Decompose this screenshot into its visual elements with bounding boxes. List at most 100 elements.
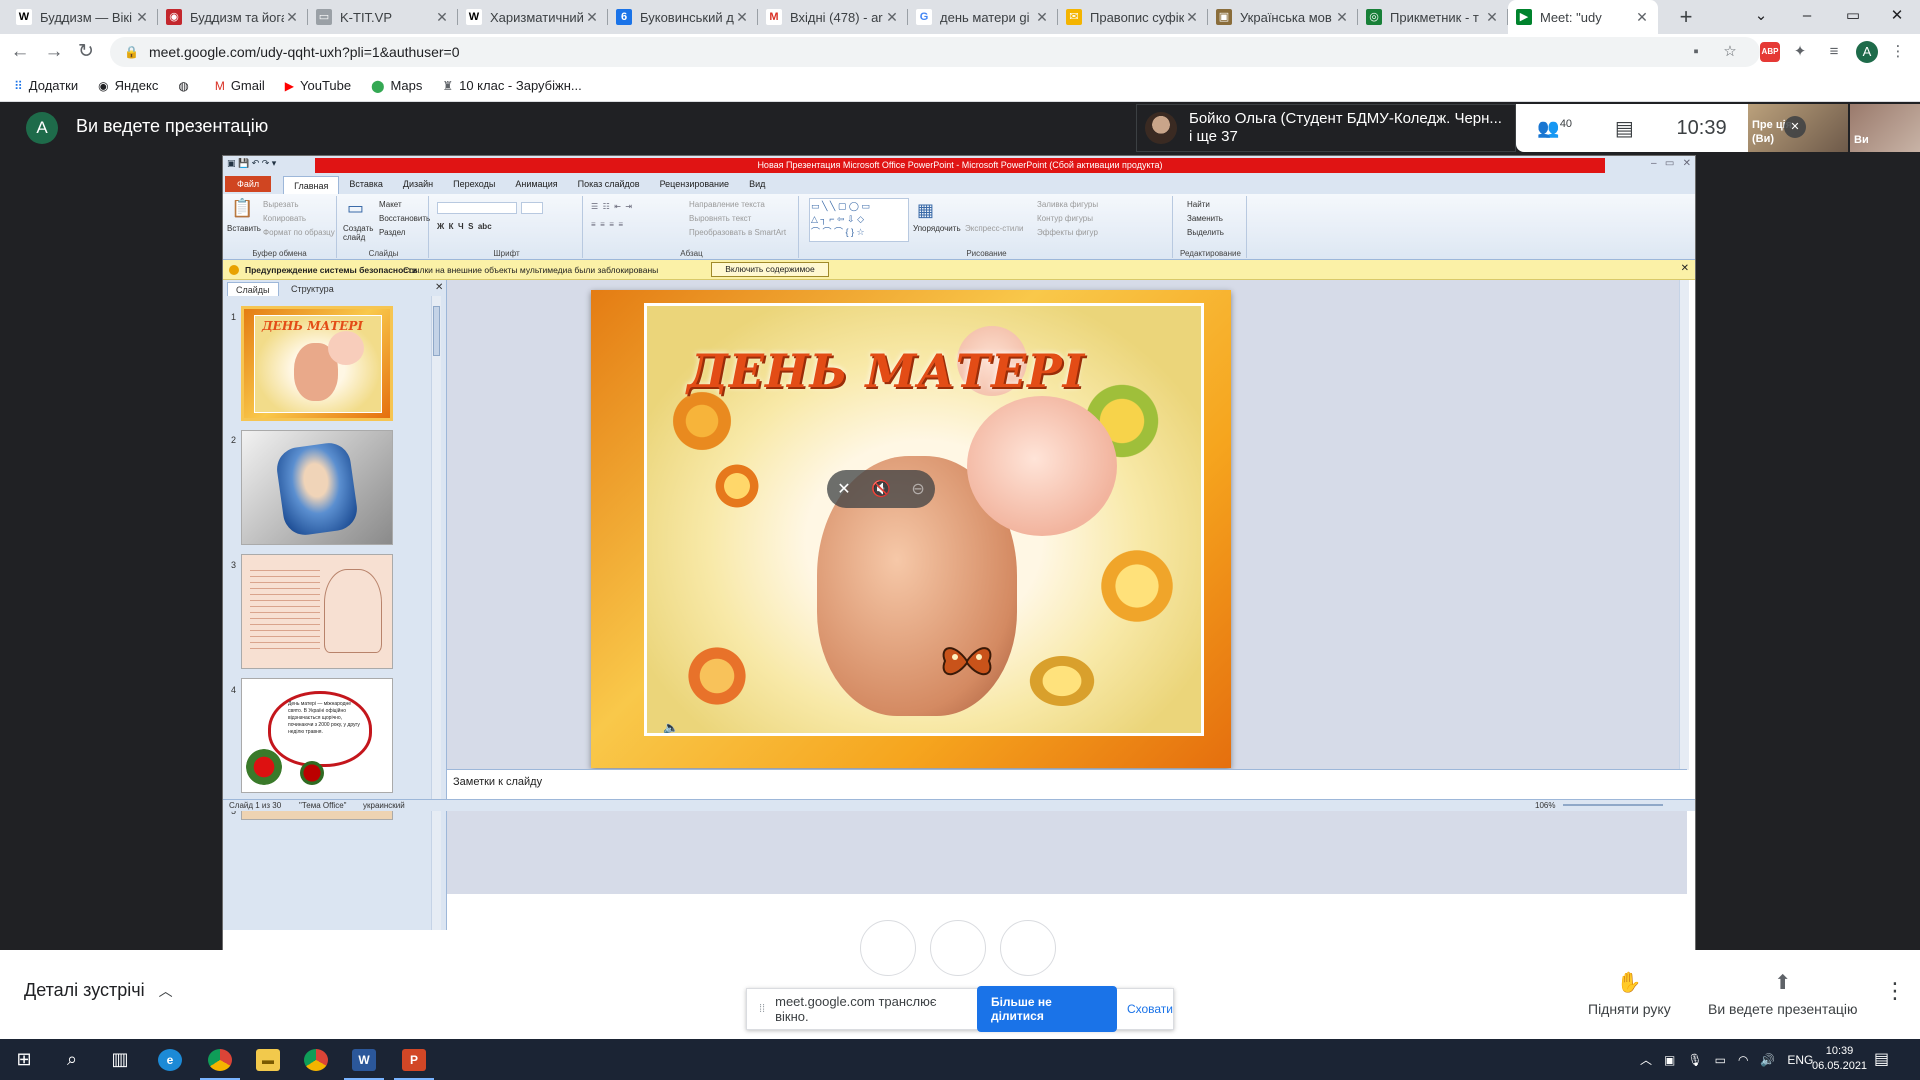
status-zoom[interactable]: 106% xyxy=(1535,801,1555,810)
mic-button[interactable] xyxy=(860,920,916,976)
tab-close-icon[interactable]: ✕ xyxy=(1334,9,1350,26)
notes-pane[interactable]: Заметки к слайду xyxy=(447,769,1687,799)
bookmark-item[interactable]: ⬤ Maps xyxy=(371,78,422,93)
file-explorer-icon[interactable]: ▬ xyxy=(244,1039,292,1080)
font-name-field[interactable] xyxy=(437,202,517,214)
ppt-tab-insert[interactable]: Вставка xyxy=(339,179,392,189)
tab-close-icon[interactable]: ✕ xyxy=(734,9,750,26)
bookmark-item[interactable]: ▶ YouTube xyxy=(285,78,351,93)
bookmark-item[interactable]: ⠿ Додатки xyxy=(14,78,78,93)
media-control-icon[interactable]: ≡ xyxy=(1822,40,1846,64)
address-bar[interactable]: 🔒 meet.google.com/udy-qqht-uxh?pli=1&aut… xyxy=(110,37,1760,67)
chrome-alt-icon[interactable] xyxy=(292,1039,340,1080)
align-text-button[interactable]: Выровнять текст xyxy=(689,214,751,223)
edge-icon[interactable]: e xyxy=(146,1039,194,1080)
cut-button[interactable]: Вырезать xyxy=(263,200,299,209)
browser-tab[interactable]: ◉ Буддизм та йога ✕ xyxy=(158,0,308,34)
close-icon[interactable]: ✕ xyxy=(1681,263,1689,274)
ppt-tab-design[interactable]: Дизайн xyxy=(393,179,443,189)
font-size-field[interactable] xyxy=(521,202,543,214)
format-painter-button[interactable]: Формат по образцу xyxy=(263,228,335,237)
browser-tab[interactable]: ▭ K-TIT.VP ✕ xyxy=(308,0,458,34)
participants-button[interactable]: 👥40 xyxy=(1537,118,1572,139)
maximize-icon[interactable]: ▭ xyxy=(1830,0,1876,34)
hide-banner-button[interactable]: Сховати xyxy=(1127,1002,1173,1016)
windows-start-icon[interactable]: ⊞ xyxy=(0,1039,48,1080)
tab-close-icon[interactable]: ✕ xyxy=(884,9,900,26)
section-button[interactable]: Раздел xyxy=(379,228,405,237)
bookmark-star-icon[interactable]: ☆ xyxy=(1718,40,1742,64)
back-icon[interactable]: ← xyxy=(6,38,34,66)
chat-icon[interactable]: ▤ xyxy=(1615,116,1634,141)
paste-icon[interactable]: 📋 xyxy=(231,198,253,219)
tray-chevron-icon[interactable]: ︿ xyxy=(1640,1051,1652,1068)
mic-off-icon[interactable]: ✕ xyxy=(837,479,850,499)
tab-close-icon[interactable]: ✕ xyxy=(1484,9,1500,26)
meeting-details-button[interactable]: Деталі зустрічі ︿ xyxy=(24,980,173,1001)
new-slide-button[interactable]: Создать слайд xyxy=(343,224,373,242)
text-direction-button[interactable]: Направление текста xyxy=(689,200,765,209)
shape-outline-button[interactable]: Контур фигуры xyxy=(1037,214,1093,223)
quick-styles-button[interactable]: Экспресс-стили xyxy=(965,224,1024,233)
smartart-button[interactable]: Преобразовать в SmartArt xyxy=(689,228,786,237)
zoom-slider[interactable] xyxy=(1563,804,1663,806)
taskbar-clock[interactable]: 10:39 06.05.2021 xyxy=(1812,1044,1867,1074)
browser-tab[interactable]: ✉ Правопис суфік ✕ xyxy=(1058,0,1208,34)
powerpoint-icon[interactable]: P xyxy=(390,1039,438,1080)
forward-icon[interactable]: → xyxy=(40,38,68,66)
more-options-icon[interactable]: ⋮ xyxy=(1884,978,1906,1004)
new-tab-icon[interactable]: + xyxy=(1672,4,1700,32)
slide-thumbnail-4[interactable]: День матері — міжнародне свято. В Україн… xyxy=(241,678,393,793)
tab-close-icon[interactable]: ✕ xyxy=(284,9,300,26)
new-slide-icon[interactable]: ▭ xyxy=(347,198,364,219)
reload-icon[interactable]: ↻ xyxy=(72,38,100,66)
shapes-gallery[interactable]: ▭ ╲ ╲ ▢ ◯ ▭ △ ┐ ⌐ ⇦ ⇩ ◇ ⌒ ⌒ ⌒ { } ☆ xyxy=(809,198,909,242)
tab-close-icon[interactable]: ✕ xyxy=(584,9,600,26)
remote-video-tile[interactable]: Ви xyxy=(1850,104,1920,152)
ppt-window-controls[interactable]: – ▭ ✕ xyxy=(1651,158,1691,169)
remove-icon[interactable]: ⊖ xyxy=(911,479,924,499)
browser-tab[interactable]: M Вхідні (478) - ar ✕ xyxy=(758,0,908,34)
shape-effects-button[interactable]: Эффекты фигур xyxy=(1037,228,1098,237)
slide-scrollbar[interactable] xyxy=(1679,280,1689,770)
browser-tab[interactable]: Gдень матери gi ✕ xyxy=(908,0,1058,34)
slide-thumbnail-3[interactable] xyxy=(241,554,393,669)
task-view-icon[interactable]: ▥ xyxy=(96,1039,144,1080)
reset-button[interactable]: Восстановить xyxy=(379,214,430,223)
ppt-tab-animation[interactable]: Анимация xyxy=(505,179,567,189)
self-video-tile[interactable]: Пре ція(Ви) ✕ xyxy=(1748,104,1848,152)
window-close-icon[interactable]: ✕ xyxy=(1874,0,1920,34)
arrange-icon[interactable]: ▦ xyxy=(917,200,934,221)
bookmark-item[interactable]: ◉ Яндекс xyxy=(98,78,158,93)
microphone-icon[interactable]: 🎙 xyxy=(1687,1053,1702,1067)
camera-icon[interactable]: ▪ xyxy=(1684,40,1708,64)
notifications-icon[interactable]: ▤ xyxy=(1874,1049,1889,1069)
presenting-button[interactable]: ⬆ Ви ведете презентацію xyxy=(1708,970,1858,1017)
raise-hand-button[interactable]: ✋ Підняти руку xyxy=(1588,970,1671,1017)
ppt-tab-home[interactable]: Главная xyxy=(283,175,340,195)
browser-tab[interactable]: 6 Буковинський д ✕ xyxy=(608,0,758,34)
hangup-button[interactable] xyxy=(1000,920,1056,976)
replace-button[interactable]: Заменить xyxy=(1187,214,1223,223)
tab-close-icon[interactable]: ✕ xyxy=(1184,9,1200,26)
ppt-tab-slideshow[interactable]: Показ слайдов xyxy=(568,179,650,189)
browser-tab[interactable]: ◎ Прикметник - т ✕ xyxy=(1358,0,1508,34)
ppt-file-tab[interactable]: Файл xyxy=(225,176,272,192)
bookmark-item[interactable]: ◍ xyxy=(178,79,194,93)
copy-button[interactable]: Копировать xyxy=(263,214,306,223)
ppt-tab-transitions[interactable]: Переходы xyxy=(443,179,505,189)
find-button[interactable]: Найти xyxy=(1187,200,1210,209)
bookmark-item[interactable]: M Gmail xyxy=(215,78,265,93)
slide-thumbnail-1[interactable]: ДЕНЬ МАТЕРІ xyxy=(241,306,393,421)
chrome-icon[interactable] xyxy=(196,1039,244,1080)
tab-close-icon[interactable]: ✕ xyxy=(434,9,450,26)
adblock-icon[interactable]: ABP xyxy=(1760,42,1780,62)
close-icon[interactable]: ✕ xyxy=(435,282,443,293)
volume-off-icon[interactable]: 🔇 xyxy=(871,479,891,499)
chrome-menu-icon[interactable]: ⋮ xyxy=(1886,40,1910,64)
search-icon[interactable]: ⌕ xyxy=(48,1039,96,1080)
align-icon[interactable]: ≡ ≡ ≡ ≡ xyxy=(591,220,623,229)
tab-slides[interactable]: Слайды xyxy=(227,282,279,296)
current-slide[interactable]: ДЕНЬ МАТЕРІ 🔈 xyxy=(591,290,1231,768)
select-button[interactable]: Выделить xyxy=(1187,228,1224,237)
